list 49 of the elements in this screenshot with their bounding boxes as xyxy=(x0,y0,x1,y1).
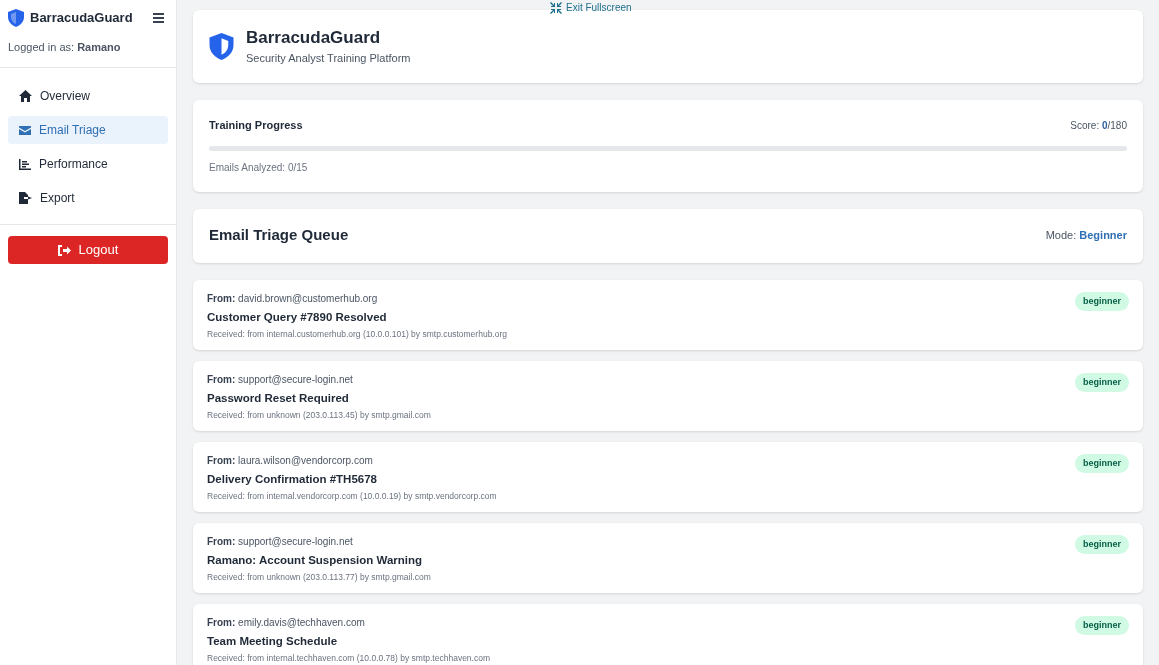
progress-title: Training Progress xyxy=(209,118,303,133)
email-subject: Ramano: Account Suspension Warning xyxy=(207,552,424,568)
nav-item[interactable]: Export xyxy=(8,184,168,212)
received-header-text: Received: from internal.vendorcorp.com (10.0.0.19) by smtp.vendorcorp.com xyxy=(207,489,497,503)
emails-analyzed-text: Emails Analyzed: 0/15 xyxy=(209,160,309,175)
email-subject: Password Reset Required xyxy=(207,390,350,406)
mode-text: Mode: Beginner xyxy=(1045,228,1127,244)
email-subject: Team Meeting Schedule xyxy=(207,633,339,649)
shield-logo-icon xyxy=(8,8,24,27)
received-header-text: Received: from internal.customerhub.org (10.0.0.101) by smtp.customerhub.org xyxy=(207,327,507,341)
email-subject: Customer Query #7890 Resolved xyxy=(207,309,388,325)
email-card[interactable]: From: emily.davis@techhaven.com Team Meeting Schedule Received: from internal.techhaven.com (10.0.0.78) by smtp.techhaven.com beginner xyxy=(193,603,1143,665)
difficulty-badge: beginner xyxy=(1075,615,1129,635)
email-card[interactable]: From: david.brown@customerhub.org Customer Query #7890 Resolved Received: from internal.customerhub.org (10.0.0.101) by smtp.customerhub.org beginner xyxy=(193,279,1143,350)
email-subject: Delivery Confirmation #TH5678 xyxy=(207,471,378,487)
home-icon xyxy=(19,90,32,102)
logout-button[interactable]: Logout xyxy=(8,236,168,264)
received-header-text: Received: from unknown (203.0.113.77) by smtp.gmail.com xyxy=(207,570,431,584)
logout-icon xyxy=(57,244,71,256)
difficulty-badge: beginner xyxy=(1075,372,1129,392)
nav-item[interactable]: Performance xyxy=(8,150,168,178)
shield-logo-icon xyxy=(209,33,234,60)
app-title: BarracudaGuard xyxy=(30,9,133,27)
file-export-icon xyxy=(19,192,32,204)
menu-icon[interactable] xyxy=(153,12,164,23)
bar-chart-icon xyxy=(19,158,31,170)
sender-text: From: support@secure-login.net xyxy=(207,534,354,549)
header-subtitle: Security Analyst Training Platform xyxy=(246,50,411,66)
compress-icon xyxy=(550,1,562,14)
sender-text: From: emily.davis@techhaven.com xyxy=(207,615,366,630)
sender-text: From: laura.wilson@vendorcorp.com xyxy=(207,453,374,468)
header-title: BarracudaGuard xyxy=(246,26,382,48)
nav-item[interactable]: Overview xyxy=(8,82,168,110)
email-card[interactable]: From: support@secure-login.net Password Reset Required Received: from unknown (203.0.113.45) by smtp.gmail.com beginner xyxy=(193,360,1143,431)
score-text: Score: 0/180 xyxy=(1070,118,1127,133)
difficulty-badge: beginner xyxy=(1075,453,1129,473)
exit-fullscreen-button[interactable]: Exit Fullscreen xyxy=(550,0,632,15)
sender-text: From: david.brown@customerhub.org xyxy=(207,291,379,306)
received-header-text: Received: from unknown (203.0.113.45) by smtp.gmail.com xyxy=(207,408,431,422)
logged-in-text: Logged in as: Ramano xyxy=(8,39,122,55)
email-card[interactable]: From: laura.wilson@vendorcorp.com Delivery Confirmation #TH5678 Received: from internal.vendorcorp.com (10.0.0.19) by smtp.vendorcorp.com beginner xyxy=(193,441,1143,512)
difficulty-badge: beginner xyxy=(1075,291,1129,311)
email-card[interactable]: From: support@secure-login.net Ramano: Account Suspension Warning Received: from unknown (203.0.113.77) by smtp.gmail.com beginner xyxy=(193,522,1143,593)
difficulty-badge: beginner xyxy=(1075,534,1129,554)
queue-title: Email Triage Queue xyxy=(209,225,349,246)
nav-item[interactable]: Email Triage xyxy=(8,116,168,144)
envelope-icon xyxy=(19,125,31,135)
sender-text: From: support@secure-login.net xyxy=(207,372,354,387)
received-header-text: Received: from internal.techhaven.com (10.0.0.78) by smtp.techhaven.com xyxy=(207,651,490,665)
